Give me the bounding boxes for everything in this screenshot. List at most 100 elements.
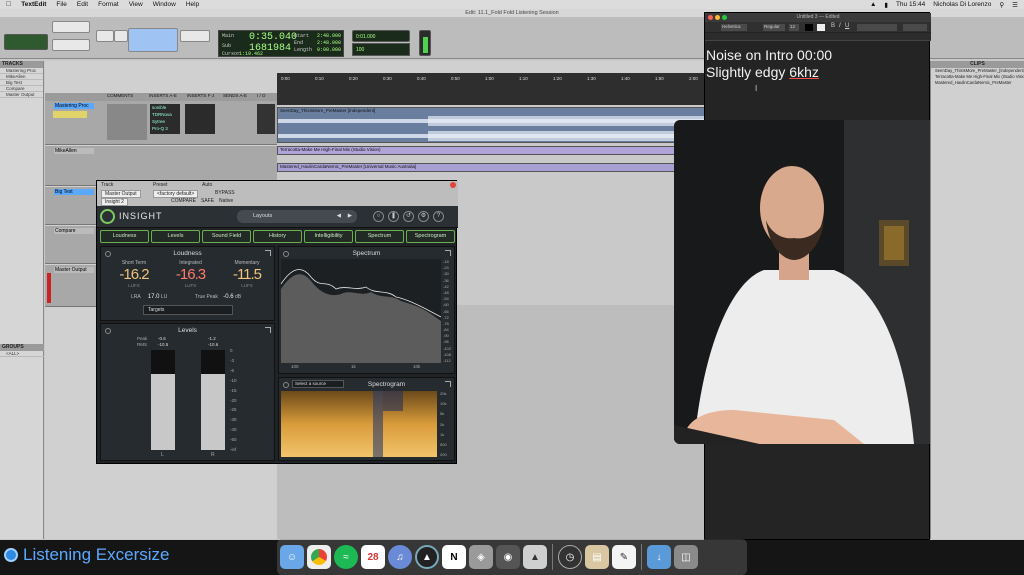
menu-edit[interactable]: Edit (77, 1, 88, 8)
record-solo-mute-buttons[interactable] (53, 111, 87, 118)
search-icon[interactable]: ⚲ (999, 1, 1004, 9)
targets-dropdown[interactable]: Targets (143, 305, 233, 315)
user-name[interactable]: Nicholas Di Lorenzo (933, 1, 991, 8)
tab-spectrogram[interactable]: Spectrogram (406, 230, 455, 243)
wifi-icon[interactable]: ▲ (870, 1, 876, 8)
edit-mode-buttons[interactable] (52, 39, 90, 51)
insert-select[interactable]: Insight 2 (101, 198, 128, 206)
close-icon[interactable] (450, 182, 456, 188)
native-button[interactable]: Native (219, 198, 233, 204)
main-counter[interactable]: Main 0:35.040 Sub 1681984 Cursor 1:19.46… (218, 30, 344, 57)
list-buttons[interactable] (903, 24, 927, 31)
bold-button[interactable]: B (831, 23, 835, 29)
tab-loudness[interactable]: Loudness (100, 230, 149, 243)
note-line-1[interactable]: Noise on Intro 00:00 (706, 47, 832, 64)
group-item-all[interactable]: <ALL> (0, 351, 44, 357)
highlight-color-well[interactable] (817, 24, 825, 31)
style-select[interactable]: Regular (763, 24, 785, 31)
scale-label: -50 (230, 437, 237, 443)
italic-button[interactable]: I (839, 23, 841, 29)
size-select[interactable]: 12 (789, 24, 799, 31)
clock-icon[interactable]: ◷ (558, 545, 582, 569)
itunes-icon[interactable]: ♫ (388, 545, 412, 569)
preset-select[interactable]: <factory default> (153, 190, 199, 198)
settings-icon[interactable]: ⚙ (418, 211, 429, 222)
tab-intelligibility[interactable]: Intelligibility (304, 230, 353, 243)
clip-seenday[interactable]: SeenDay_ThisIsMore_PreMaster [Independen… (277, 107, 706, 143)
clip-mastered[interactable]: Mastered_HaulinCardaNemic_PreMaster [Uni… (277, 163, 705, 172)
pencil-tool[interactable] (180, 30, 210, 42)
clip-terracotta[interactable]: Terracotta-Make Me High-Final Mix (Studi… (277, 146, 705, 155)
spellcheck-flagged-word[interactable]: 6khz (789, 64, 819, 80)
battery-icon[interactable]: ▮ (884, 1, 888, 9)
inserts-f-j[interactable] (185, 104, 215, 134)
expand-icon[interactable] (445, 250, 451, 256)
underline-button[interactable]: U (845, 23, 849, 29)
font-select[interactable]: Helvetica (721, 24, 747, 31)
note-line-2[interactable]: Slightly edgy 6khz (706, 64, 832, 81)
capture-icon[interactable]: ○ (373, 211, 384, 222)
atlas-icon[interactable]: ◈ (469, 545, 493, 569)
folder-icon[interactable]: ▤ (585, 545, 609, 569)
expand-icon[interactable] (445, 381, 451, 387)
timeline-ruler[interactable]: 0:00 0:10 0:20 0:30 0:40 0:50 1:00 1:10 1:20 1:30… (277, 73, 705, 105)
notion-icon[interactable]: N (442, 545, 466, 569)
io-section[interactable] (257, 104, 275, 134)
textedit-document[interactable]: Noise on Intro 00:00 Slightly edgy 6khz (706, 47, 832, 81)
finder-icon[interactable]: ☺ (280, 545, 304, 569)
menu-view[interactable]: View (129, 1, 143, 8)
prev-layout-icon[interactable]: ◀ (337, 210, 341, 223)
downloads-icon[interactable]: ↓ (647, 545, 671, 569)
clock[interactable]: Thu 15:44 (896, 1, 925, 8)
grid-value[interactable]: 0:01.000 (352, 30, 410, 42)
tab-sound-field[interactable]: Sound Field (202, 230, 251, 243)
expand-icon[interactable] (265, 327, 271, 333)
alignment-buttons[interactable] (857, 24, 897, 31)
trim-tool[interactable] (114, 30, 128, 42)
compare-button[interactable]: COMPARE (171, 198, 196, 204)
menu-file[interactable]: File (56, 1, 66, 8)
app-menu[interactable]: TextEdit (21, 1, 46, 8)
menu-help[interactable]: Help (186, 1, 199, 8)
preview-icon[interactable]: ▲ (523, 545, 547, 569)
menu-list-icon[interactable]: ☰ (1012, 1, 1018, 9)
close-window-icon[interactable] (708, 15, 713, 20)
camera-icon[interactable]: ◉ (496, 545, 520, 569)
chrome-icon[interactable] (307, 545, 331, 569)
menu-window[interactable]: Window (153, 1, 176, 8)
minimize-window-icon[interactable] (715, 15, 720, 20)
zoom-tool[interactable] (96, 30, 114, 42)
protools-icon[interactable]: ▲ (415, 545, 439, 569)
nudge-value[interactable]: 100 (352, 43, 410, 56)
zoom-window-icon[interactable] (722, 15, 727, 20)
clip-list-item[interactable]: Mastered_HaulinCardaNemic_PreMaster (931, 80, 1024, 86)
textedit-icon[interactable]: ✎ (612, 545, 636, 569)
safe-button[interactable]: SAFE (201, 198, 214, 204)
track-header-mastering[interactable]: Mastering Proc sonible TDRNova Sytree Pr… (45, 101, 277, 145)
track-select[interactable]: Master Output (101, 190, 141, 198)
tab-history[interactable]: History (253, 230, 302, 243)
tab-levels[interactable]: Levels (151, 230, 200, 243)
help-icon[interactable]: ? (433, 211, 444, 222)
spotify-icon[interactable]: ≈ (334, 545, 358, 569)
track-list-item[interactable]: Master Output (0, 92, 43, 98)
zoom-buttons[interactable] (52, 21, 90, 33)
next-layout-icon[interactable]: ▶ (348, 210, 352, 223)
layouts-dropdown[interactable]: Layouts ◀ ▶ (237, 210, 357, 223)
reset-icon[interactable]: ↺ (403, 211, 414, 222)
bypass-button[interactable]: BYPASS (215, 190, 235, 196)
expand-icon[interactable] (265, 250, 271, 256)
trash-icon[interactable]: ◫ (674, 545, 698, 569)
comments-field[interactable] (107, 104, 147, 140)
pause-icon[interactable]: ❚ (388, 211, 399, 222)
inserts-a-e[interactable]: sonible TDRNova Sytree Pro-Q 3 (150, 104, 180, 134)
menu-format[interactable]: Format (98, 1, 119, 8)
tab-spectrum[interactable]: Spectrum (355, 230, 404, 243)
textedit-ruler[interactable] (705, 33, 931, 41)
calendar-icon[interactable]: 28 (361, 545, 385, 569)
mode-buttons[interactable] (4, 34, 48, 50)
text-color-well[interactable] (805, 24, 813, 31)
apple-menu-icon[interactable]:  (6, 1, 11, 8)
smart-tool[interactable] (128, 28, 178, 52)
panel-toggle-icon[interactable] (283, 382, 289, 388)
